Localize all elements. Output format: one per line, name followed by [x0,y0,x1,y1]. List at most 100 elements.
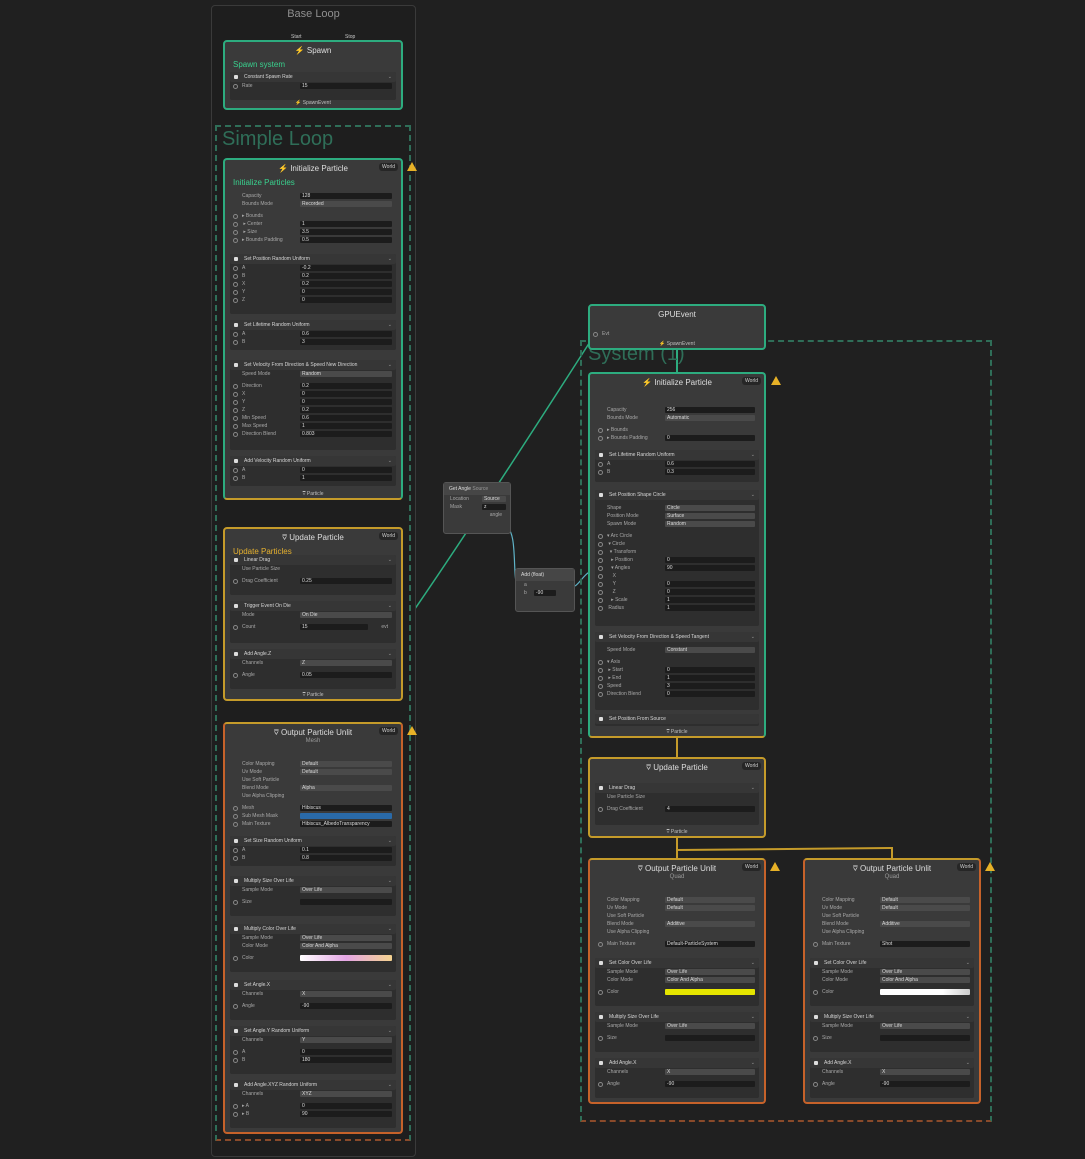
angle-y-b-input[interactable]: 180 [300,1057,392,1063]
evt-input-port[interactable]: Evt [602,331,609,337]
angle-input[interactable]: -90 [300,1003,392,1009]
add-angle-x-block[interactable]: Add Angle.X ⌄ Channels X Angle -90 [810,1058,974,1098]
multiply-size-block[interactable]: Multiply Size Over Life ⌄ Sample Mode Over… [810,1012,974,1052]
bounds-padding-input[interactable]: 0.5 [300,237,392,243]
speed-input[interactable]: 3 [665,683,755,689]
spawn-event-output[interactable]: ⚡ SpawnEvent [225,100,401,106]
space-badge-world[interactable]: World [957,863,976,871]
spawn-mode-dropdown[interactable]: Random [665,521,755,527]
life-b-input[interactable]: 3 [300,339,392,345]
uv-mode-dropdown[interactable]: Default [880,905,970,911]
scale-input[interactable]: 1 [665,597,755,603]
drag-coefficient-input[interactable]: 4 [665,806,755,812]
trigger-mode-dropdown[interactable]: On Die [300,612,392,618]
xyz-a-input[interactable]: 0 [300,1103,392,1109]
multiply-size-block[interactable]: Multiply Size Over Life ⌄ Sample Mode Over… [595,1012,759,1052]
sample-mode-dropdown[interactable]: Over Life [300,887,392,893]
size-b-input[interactable]: 0.8 [300,855,392,861]
angle-input[interactable]: -90 [880,1081,970,1087]
blend-mode-dropdown[interactable]: Alpha [300,785,392,791]
stop-port-label[interactable]: Stop [345,34,355,40]
set-velocity-block[interactable]: Set Velocity From Direction & Speed New … [230,360,396,450]
add-angle-block[interactable]: Add Angle.Z ⌄ Channels Z Angle 0.05 [230,649,396,689]
color-mapping-dropdown[interactable]: Default [300,761,392,767]
set-position-block[interactable]: Set Position Random Uniform ⌄ A -0.2 B 0.2 … [230,254,396,314]
set-position-shape-block[interactable]: Set Position Shape Circle ⌄ Shape Circle P… [595,490,759,626]
axis-start-input[interactable]: 0 [665,667,755,673]
add-float-node[interactable]: Add (float) a b -90 [515,568,575,612]
spawn-system-name[interactable]: Spawn system [225,60,401,69]
sample-mode-dropdown[interactable]: Over Life [880,969,970,975]
pos-z-input[interactable]: 0 [300,297,392,303]
color-mapping-dropdown[interactable]: Default [880,897,970,903]
mesh-field[interactable]: Hibiscus [300,805,392,811]
sample-mode-dropdown[interactable]: Over Life [665,1023,755,1029]
bounds-mode-dropdown[interactable]: Automatic [665,415,755,421]
angle-input[interactable]: 0.05 [300,672,392,678]
angle-y-input[interactable]: 0 [665,581,755,587]
color-mapping-dropdown[interactable]: Default [665,897,755,903]
space-badge-world[interactable]: World [742,762,761,770]
set-size-block[interactable]: Set Size Random Uniform ⌄ A 0.1 B 0.8 [230,836,396,866]
axis-end-input[interactable]: 1 [665,675,755,681]
get-angle-node[interactable]: Get Angle Source Location Source Mask z an… [443,482,511,534]
life-a-input[interactable]: 0.6 [300,331,392,337]
set-velocity-tangent-block[interactable]: Set Velocity From Direction & Speed Tang… [595,632,759,710]
constant-spawn-rate-block[interactable]: Constant Spawn Rate ⌄ Rate 15 [230,72,396,100]
bounds-padding-input[interactable]: 0 [665,435,755,441]
initialize-particle-context-left[interactable]: ⚡ Initialize Particle World Initialize P… [223,158,403,500]
update-particle-context-left[interactable]: ⩢ Update Particle World Update Particles… [223,527,403,701]
add-angle-x-block[interactable]: Add Angle.X ⌄ Channels X Angle -90 [595,1058,759,1098]
blend-mode-dropdown[interactable]: Additive [880,921,970,927]
center-input[interactable]: 1 [300,221,392,227]
set-color-block[interactable]: Set Color Over Life ⌄ Sample Mode Over Lif… [595,958,759,1006]
space-badge-world[interactable]: World [379,163,398,171]
bounds-mode-dropdown[interactable]: Recorded [300,201,392,207]
warning-icon[interactable] [771,376,781,385]
size-curve-field[interactable] [665,1035,755,1041]
color-gradient-field[interactable] [300,955,392,961]
mask-input[interactable]: z [482,504,506,510]
trigger-count-input[interactable]: 15 [300,624,368,630]
gpu-event-context[interactable]: GPUEvent Evt ⚡ SpawnEvent [588,304,766,350]
pos-x-input[interactable]: 0.2 [300,281,392,287]
uv-mode-dropdown[interactable]: Default [300,769,392,775]
dir-z-input[interactable]: 0.2 [300,407,392,413]
color-mode-dropdown[interactable]: Color And Alpha [880,977,970,983]
pos-a-input[interactable]: -0.2 [300,265,392,271]
pos-b-input[interactable]: 0.2 [300,273,392,279]
dir-y-input[interactable]: 0 [300,399,392,405]
location-dropdown[interactable]: Source [482,496,506,502]
set-lifetime-block[interactable]: Set Lifetime Random Uniform ⌄ A 0.6 B3 [230,320,396,350]
warning-icon[interactable] [407,726,417,735]
rate-input[interactable]: 15 [300,83,392,89]
angles-input[interactable]: 90 [665,565,755,571]
linear-drag-block[interactable]: Linear Drag ⌄ Use Particle Size Drag Coef… [230,555,396,595]
size-a-input[interactable]: 0.1 [300,847,392,853]
speed-mode-dropdown[interactable]: Random [300,371,392,377]
life-b-input[interactable]: 0.3 [665,469,755,475]
add-vel-b-input[interactable]: 1 [300,475,392,481]
direction-input[interactable]: 0.2 [300,383,392,389]
multiply-size-block[interactable]: Multiply Size Over Life ⌄ Sample Mode Over… [230,876,396,916]
speed-mode-dropdown[interactable]: Constant [665,647,755,653]
sample-mode-dropdown[interactable]: Over Life [300,935,392,941]
evt-output-port[interactable]: evt [381,623,388,631]
angle-output-port[interactable]: angle [444,511,510,519]
capacity-input[interactable]: 128 [300,193,392,199]
space-badge-world[interactable]: World [742,863,761,871]
initialize-particle-context-right[interactable]: ⚡ Initialize Particle World Capacity 256 … [588,372,766,738]
size-curve-field[interactable] [300,899,392,905]
space-badge-world[interactable]: World [742,377,761,385]
life-a-input[interactable]: 0.6 [665,461,755,467]
block-enable-checkbox[interactable] [234,75,238,79]
linear-drag-block[interactable]: Linear Drag ⌄ Use Particle Size Drag Coef… [595,783,759,825]
add-angle-xyz-block[interactable]: Add Angle.XYZ Random Uniform ⌄ Channels XY… [230,1080,396,1128]
size-curve-field[interactable] [880,1035,970,1041]
output-particle-quad-context-1[interactable]: ⩢ Output Particle Unlit Quad World Color… [588,858,766,1104]
pos-y-input[interactable]: 0 [300,289,392,295]
direction-blend-slider[interactable]: 0 [665,691,755,697]
channels-dropdown[interactable]: X [300,991,392,997]
channels-dropdown[interactable]: X [880,1069,970,1075]
add-b-input[interactable]: -90 [534,590,556,596]
